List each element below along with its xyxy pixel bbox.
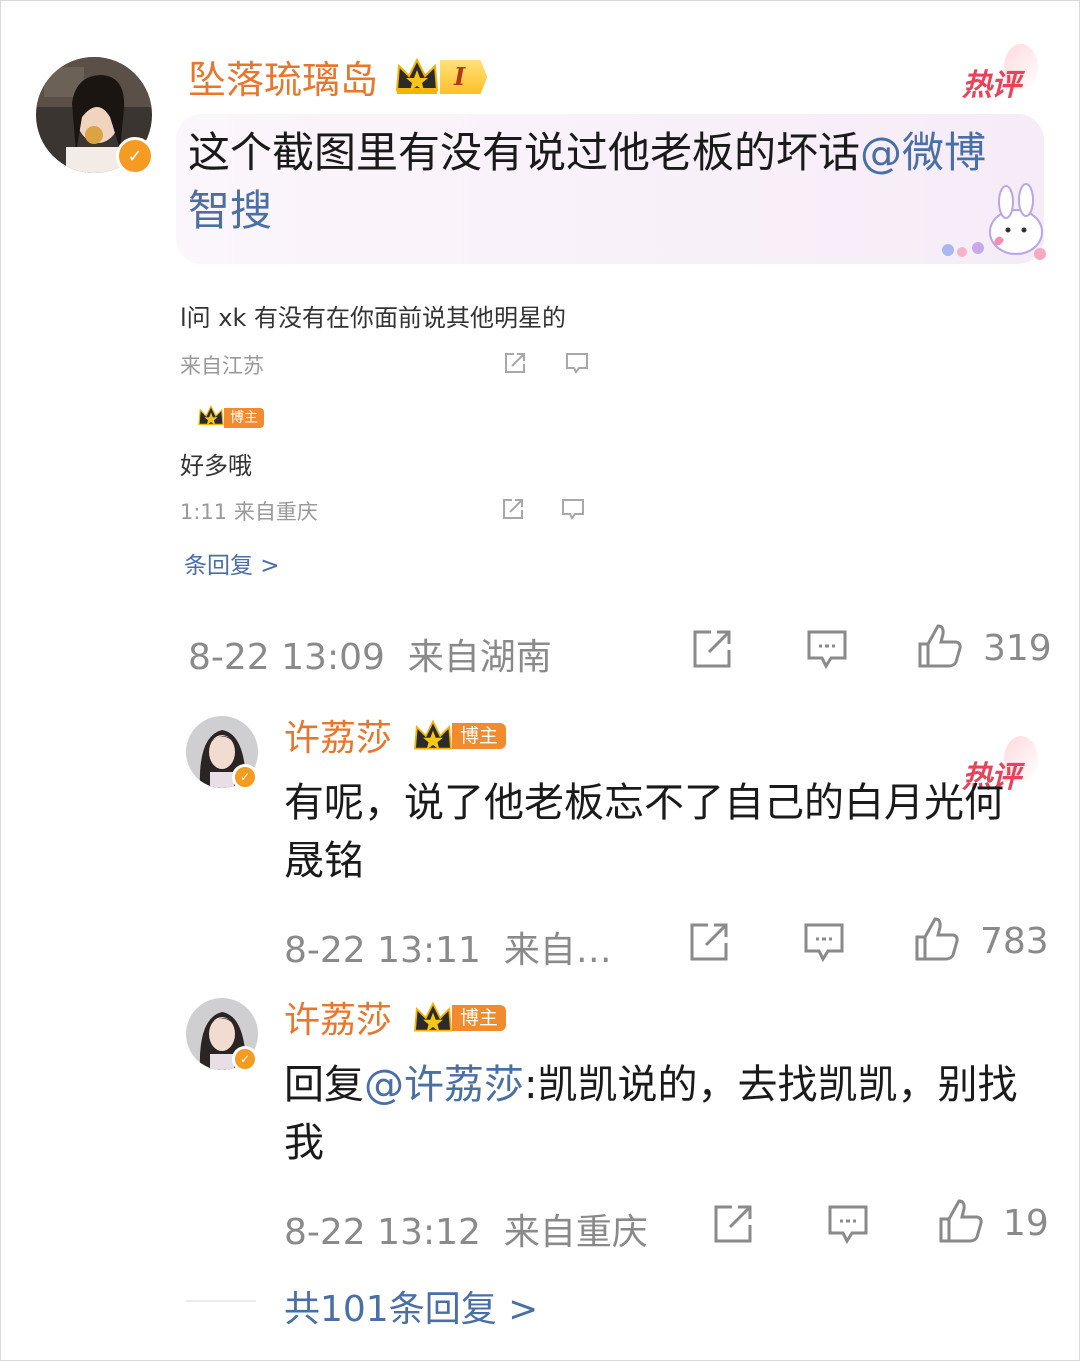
comment-time: 8-22 13:09 来自湖南 xyxy=(188,628,552,680)
reply-timestamp: 8-22 13:11 xyxy=(284,930,481,971)
reply-text: 回复@许荔莎:凯凯说的，去找凯凯，别找我 xyxy=(284,1056,1024,1172)
screenshot-line1: l问 xk 有没有在你面前说其他明星的 xyxy=(180,304,567,332)
share-button[interactable] xyxy=(691,626,735,670)
comment-timestamp: 8-22 13:09 xyxy=(188,637,385,678)
screenshot-meta1: 来自江苏 xyxy=(180,354,264,378)
verified-icon: ✓ xyxy=(116,137,154,175)
reply-author[interactable]: 许荔莎 xyxy=(284,718,392,760)
screenshot-line2: 好多哦 xyxy=(180,452,252,480)
reply-button[interactable] xyxy=(805,626,849,670)
like-count: 19 xyxy=(1003,1203,1049,1244)
reply-button[interactable] xyxy=(802,919,846,963)
mention-link[interactable]: @许荔莎 xyxy=(364,1062,524,1108)
crown-icon xyxy=(414,719,452,750)
reply-time: 8-22 13:12 来自重庆 xyxy=(284,1203,648,1255)
bozhu-badge: 博主 xyxy=(224,408,264,428)
like-button[interactable] xyxy=(916,622,964,670)
avatar[interactable]: ✓ xyxy=(36,57,154,175)
crown-icon xyxy=(393,56,441,96)
reply-avatar[interactable]: ✓ xyxy=(186,716,258,790)
reply-location: 来自重庆 xyxy=(503,1212,648,1253)
reply-prefix: 回复 xyxy=(284,1062,364,1108)
reply-author[interactable]: 许荔莎 xyxy=(284,1000,392,1042)
comment-text: 这个截图里有没有说过他老板的坏话@微博智搜 xyxy=(188,124,1018,240)
more-replies-link[interactable]: 共101条回复 > xyxy=(284,1280,538,1332)
share-button[interactable] xyxy=(712,1201,756,1245)
like-count: 319 xyxy=(983,628,1052,669)
author-badge: 博主 xyxy=(410,1000,507,1036)
hot-comment-badge: 热评 xyxy=(962,44,1038,104)
verified-icon: ✓ xyxy=(232,764,258,790)
divider xyxy=(186,1300,256,1302)
reply-avatar[interactable]: ✓ xyxy=(186,998,258,1072)
reply-button[interactable] xyxy=(826,1201,870,1245)
author-badge: 博主 xyxy=(410,718,507,754)
comment-location: 来自湖南 xyxy=(407,637,552,678)
comment-author[interactable]: 坠落琉璃岛 xyxy=(188,58,378,102)
comment-body: 这个截图里有没有说过他老板的坏话 xyxy=(188,128,861,177)
reply-location: 来自… xyxy=(503,930,612,971)
reply-timestamp: 8-22 13:12 xyxy=(284,1212,481,1253)
reply-text: 有呢，说了他老板忘不了自己的白月光何晟铭 xyxy=(284,780,1004,884)
reply-time: 8-22 13:11 来自… xyxy=(284,921,612,973)
bozhu-badge: 博主 xyxy=(452,1005,507,1031)
screenshot-meta2: 1:11 来自重庆 xyxy=(180,500,318,524)
share-icon xyxy=(503,499,523,519)
like-count: 783 xyxy=(980,921,1049,962)
share-icon xyxy=(505,353,525,373)
embedded-screenshot[interactable]: l问 xk 有没有在你面前说其他明星的 来自江苏 博主 好多哦 1:11 来自重… xyxy=(180,288,590,588)
crown-icon xyxy=(198,405,224,425)
verified-icon: ✓ xyxy=(232,1046,258,1072)
crown-icon xyxy=(414,1001,452,1032)
bozhu-badge: 博主 xyxy=(452,723,507,749)
level-badge: I xyxy=(440,60,488,94)
like-button[interactable] xyxy=(913,915,961,963)
share-button[interactable] xyxy=(688,919,732,963)
comment-icon xyxy=(562,499,584,520)
like-button[interactable] xyxy=(937,1197,985,1245)
screenshot-replies-link: 条回复 > xyxy=(184,553,280,579)
hot-label: 热评 xyxy=(962,68,1021,103)
comment-icon xyxy=(566,353,588,374)
